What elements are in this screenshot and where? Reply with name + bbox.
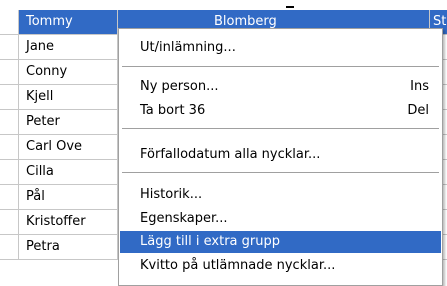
name-cell[interactable]: Jane <box>18 35 118 59</box>
screen: Tommy Blomberg St Jane Conny Kjell Peter… <box>0 0 447 286</box>
menu-item-label: Ny person... <box>140 79 219 94</box>
name-cell[interactable]: Pål <box>18 185 118 209</box>
menu-item-kvitto[interactable]: Kvitto på utlämnade nycklar... <box>120 255 441 277</box>
menu-separator <box>122 66 439 67</box>
menu-item-shortcut: Ins <box>410 79 429 94</box>
menu-item-egenskaper[interactable]: Egenskaper... <box>120 208 441 230</box>
name-cell[interactable]: Kristoffer <box>18 210 118 234</box>
menu-item-label: Lägg till i extra grupp <box>140 234 280 249</box>
name-cell[interactable]: Conny <box>18 60 118 84</box>
menu-item-historik[interactable]: Historik... <box>120 184 441 206</box>
name-cell[interactable]: Kjell <box>18 85 118 109</box>
menu-item-label: Kvitto på utlämnade nycklar... <box>140 258 336 273</box>
menu-item-ny-person[interactable]: Ny person... Ins <box>120 76 441 98</box>
grid-header-strip <box>0 0 447 10</box>
menu-item-forfallodatum[interactable]: Förfallodatum alla nycklar... <box>120 144 441 166</box>
name-cell[interactable]: Cilla <box>18 160 118 184</box>
name-cell[interactable]: Tommy <box>18 10 118 34</box>
menu-separator <box>122 128 439 129</box>
menu-item-ta-bort[interactable]: Ta bort 36 Del <box>120 100 441 122</box>
name-cell[interactable]: Petra <box>18 235 118 259</box>
menu-item-label: Historik... <box>140 187 203 202</box>
menu-item-ut-inlamning[interactable]: Ut/inlämning... <box>120 37 441 59</box>
menu-item-label: Ta bort 36 <box>140 103 206 118</box>
menu-item-lagg-till-extra-grupp[interactable]: Lägg till i extra grupp <box>120 231 441 253</box>
menu-separator <box>122 172 439 173</box>
menu-item-label: Egenskaper... <box>140 211 228 226</box>
name-cell[interactable]: Carl Ove <box>18 135 118 159</box>
header-divider-mark <box>286 6 294 8</box>
menu-item-label: Ut/inlämning... <box>140 40 236 55</box>
name-cell[interactable]: Peter <box>18 110 118 134</box>
menu-item-label: Förfallodatum alla nycklar... <box>140 147 321 162</box>
menu-item-shortcut: Del <box>407 103 429 118</box>
context-menu: Ut/inlämning... Ny person... Ins Ta bort… <box>118 28 443 286</box>
